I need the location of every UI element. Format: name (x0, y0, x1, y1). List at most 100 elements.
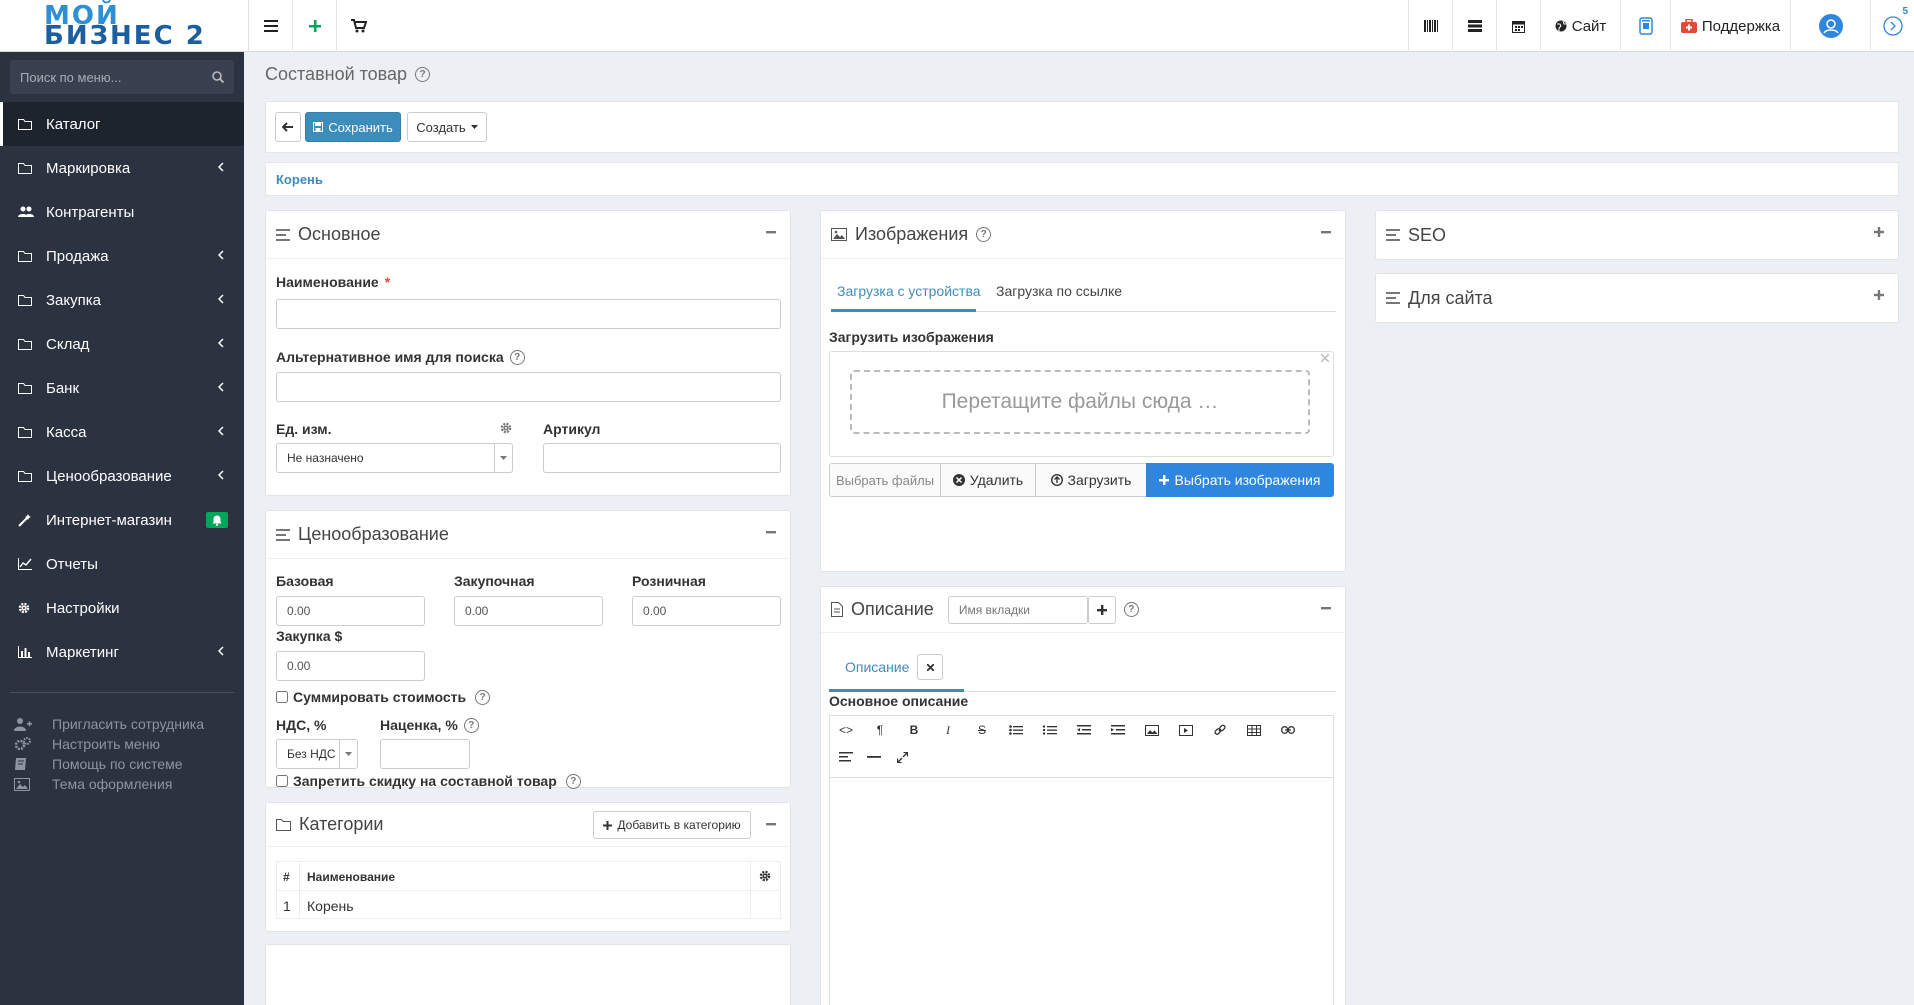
choose-files-button[interactable]: Выбрать файлы (829, 463, 941, 497)
indent-icon[interactable] (1110, 722, 1126, 738)
gear-icon[interactable] (500, 422, 512, 434)
help-icon[interactable]: ? (1123, 602, 1139, 617)
back-button[interactable] (275, 112, 301, 142)
menu-toggle-button[interactable] (249, 0, 293, 52)
collapse-icon[interactable] (766, 527, 776, 537)
retail-price-field[interactable]: 0.00 (632, 596, 781, 626)
align-left-icon[interactable] (838, 749, 854, 765)
close-icon[interactable] (1321, 354, 1329, 362)
help-icon[interactable]: ? (475, 689, 491, 705)
seo-box-header[interactable]: SEO (1376, 211, 1898, 259)
tab-upload-device[interactable]: Загрузка с устройства (837, 283, 981, 299)
expand-icon[interactable] (1874, 290, 1884, 300)
search-icon[interactable] (212, 71, 224, 83)
alt-name-field[interactable] (276, 372, 781, 402)
bold-icon[interactable]: B (906, 722, 922, 738)
italic-icon[interactable]: I (940, 722, 956, 738)
collapse-icon[interactable] (1321, 227, 1331, 237)
sidebar-item-reports[interactable]: Отчеты (0, 542, 244, 586)
upload-button[interactable]: Загрузить (1035, 463, 1147, 497)
help-icon[interactable]: ? (565, 773, 581, 789)
article-field[interactable] (543, 443, 781, 473)
fullscreen-icon[interactable] (894, 749, 910, 765)
sidebar-item-bank[interactable]: Банк (0, 366, 244, 410)
add-to-category-button[interactable]: Добавить в категорию (593, 811, 751, 839)
barcode-button[interactable] (1408, 0, 1452, 52)
vat-select[interactable]: Без НДС (276, 739, 358, 769)
sidebar-item-catalog[interactable]: Каталог (0, 102, 244, 146)
collapse-icon[interactable] (766, 227, 776, 237)
create-dropdown-button[interactable]: Создать (407, 112, 487, 142)
cart-button[interactable] (337, 0, 381, 52)
code-view-icon[interactable]: <> (838, 722, 854, 738)
markup-input[interactable] (391, 747, 469, 761)
purchase-price-field[interactable]: 0.00 (454, 596, 603, 626)
help-icon[interactable]: ? (463, 717, 479, 733)
sidebar-item-cash[interactable]: Касса (0, 410, 244, 454)
horizontal-rule-icon[interactable] (866, 749, 882, 765)
drop-zone[interactable]: Перетащите файлы сюда … (850, 370, 1310, 434)
unit-select[interactable]: Не назначено (276, 443, 513, 473)
help-icon[interactable]: ? (509, 349, 525, 365)
site-button[interactable]: Сайт (1540, 0, 1620, 52)
support-button[interactable]: Поддержка (1670, 0, 1790, 52)
breadcrumb-root[interactable]: Корень (276, 172, 323, 187)
help-icon[interactable]: ? (415, 67, 431, 82)
insert-image-icon[interactable] (1144, 722, 1160, 738)
outdent-icon[interactable] (1076, 722, 1092, 738)
purchase-usd-field[interactable]: 0.00 (276, 651, 425, 681)
tab-description[interactable]: Описание (845, 659, 909, 675)
calendar-button[interactable] (1496, 0, 1540, 52)
help-icon[interactable]: ? (976, 227, 992, 242)
strikethrough-icon[interactable]: S (974, 722, 990, 738)
bullet-list-icon[interactable] (1008, 722, 1024, 738)
no-discount-checkbox[interactable] (276, 775, 288, 787)
sidebar-item-purchase[interactable]: Закупка (0, 278, 244, 322)
remove-tab-button[interactable] (917, 654, 943, 680)
user-button[interactable] (1790, 0, 1870, 52)
base-price-field[interactable]: 0.00 (276, 596, 425, 626)
theme-link[interactable]: Тема оформления (14, 774, 204, 794)
delete-button[interactable]: Удалить (940, 463, 1036, 497)
link-icon[interactable] (1212, 722, 1228, 738)
sidebar-item-contractors[interactable]: Контрагенты (0, 190, 244, 234)
horizontal-link-icon[interactable] (1280, 722, 1296, 738)
logo[interactable]: МОЙ БИЗНЕС 2 (0, 0, 249, 52)
invite-employee-link[interactable]: Пригласить сотрудника (14, 714, 204, 734)
tab-upload-link[interactable]: Загрузка по ссылке (996, 283, 1122, 299)
list-button[interactable] (1452, 0, 1496, 52)
add-button[interactable] (293, 0, 337, 52)
sidebar-item-sales[interactable]: Продажа (0, 234, 244, 278)
mobile-app-button[interactable] (1620, 0, 1670, 52)
sum-cost-checkbox[interactable] (276, 691, 288, 703)
for-site-box-header[interactable]: Для сайта (1376, 274, 1898, 322)
table-icon[interactable] (1246, 722, 1262, 738)
choose-images-button[interactable]: Выбрать изображения (1146, 463, 1334, 497)
add-tab-button[interactable] (1087, 595, 1116, 624)
tab-name-input[interactable] (958, 602, 1087, 617)
sidebar-item-warehouse[interactable]: Склад (0, 322, 244, 366)
numbered-list-icon[interactable] (1042, 722, 1058, 738)
sidebar-item-pricing[interactable]: Ценообразование (0, 454, 244, 498)
sidebar-item-online-store[interactable]: Интернет-магазин (0, 498, 244, 542)
help-link[interactable]: Помощь по системе (14, 754, 204, 774)
markup-field[interactable] (380, 739, 470, 769)
gear-icon[interactable] (759, 870, 771, 882)
sidebar-item-marking[interactable]: Маркировка (0, 146, 244, 190)
table-row-name[interactable]: Корень (307, 898, 354, 914)
name-field[interactable] (276, 299, 781, 329)
insert-video-icon[interactable] (1178, 722, 1194, 738)
paragraph-icon[interactable]: ¶ (872, 722, 888, 738)
collapse-icon[interactable] (1321, 603, 1331, 613)
editor-content-area[interactable] (830, 779, 1333, 1005)
article-input[interactable] (554, 451, 780, 465)
expand-icon[interactable] (1874, 227, 1884, 237)
sidebar-item-settings[interactable]: Настройки (0, 586, 244, 630)
save-button[interactable]: Сохранить (305, 112, 401, 142)
alt-name-input[interactable] (287, 380, 780, 394)
sidebar-search-input[interactable] (20, 69, 190, 85)
collapse-icon[interactable] (766, 819, 776, 829)
configure-menu-link[interactable]: Настроить меню (14, 734, 204, 754)
name-input[interactable] (287, 307, 780, 321)
notifications-button[interactable]: 5 (1870, 0, 1914, 52)
